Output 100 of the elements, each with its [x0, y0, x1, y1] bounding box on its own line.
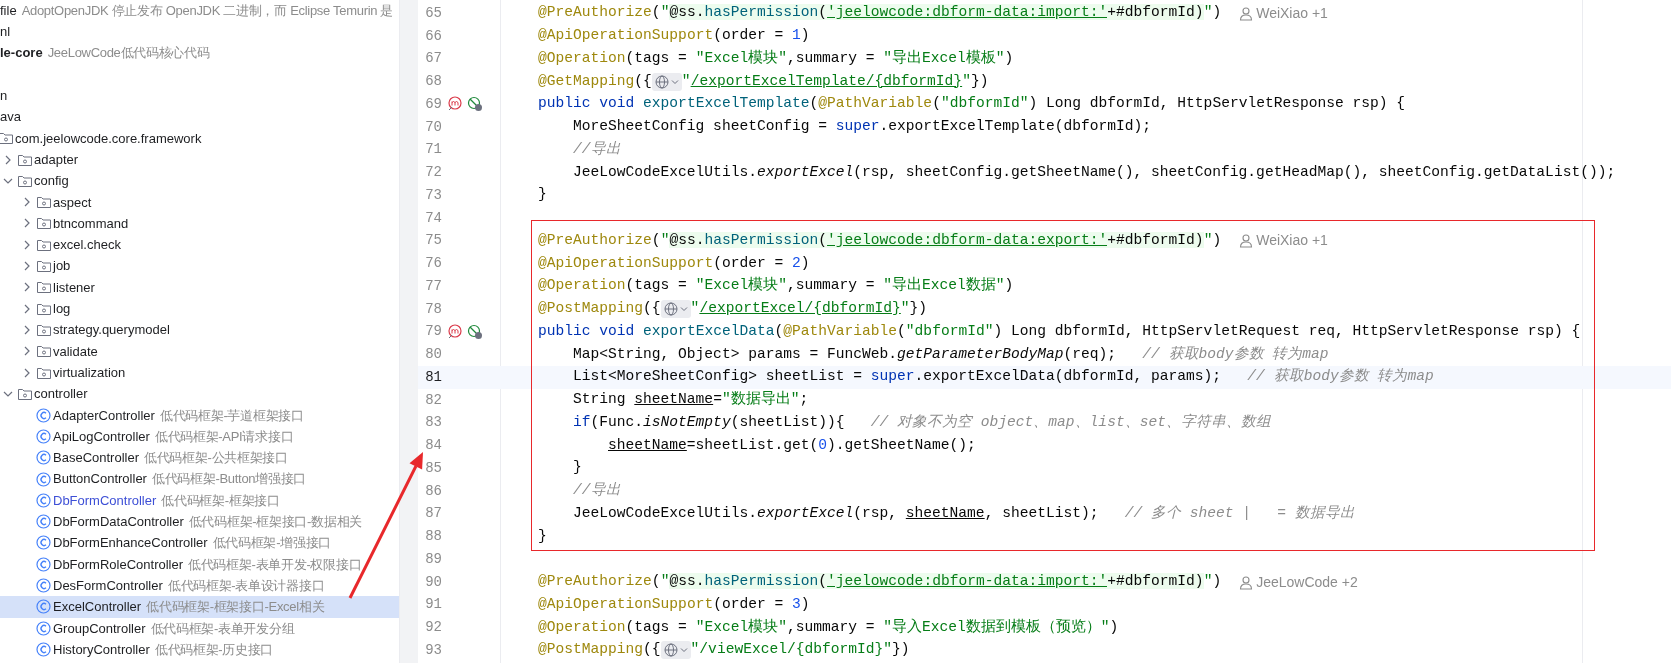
tree-item-name: n [0, 87, 8, 106]
line-number: 70 [424, 117, 442, 137]
code-text: MoreSheetConfig sheetConfig = super.exportExcelTemplate(dbformId); [573, 117, 1152, 137]
code-text: sheetName=sheetList.get(0).getSheetName(); [608, 435, 976, 455]
person-icon [1239, 574, 1254, 590]
tree-item-name: DbFormController [53, 491, 157, 510]
tree-item-name: ButtonController [53, 470, 147, 489]
class-icon [36, 578, 51, 593]
folder-icon [36, 259, 52, 274]
tree-item[interactable]: ButtonController 低代码框架-Button增强接口 [0, 468, 399, 490]
tree-item-note: 低代码框架-公共框架接口 [144, 449, 288, 468]
folder-icon [36, 237, 52, 252]
tree-item-note: 低代码框架-框架接口-Excel相关 [146, 598, 325, 617]
tree-item[interactable]: com.jeelowcode.core.framework [0, 127, 399, 150]
code-text: "/exportExcel/{dbformId}"}) [690, 299, 928, 319]
line-number: 75 [424, 231, 442, 251]
tree-item-name: strategy.querymodel [53, 321, 170, 340]
line-number: 90 [424, 572, 442, 592]
line-number: 74 [424, 208, 442, 228]
tree-item[interactable]: AdapterController 低代码框架-芋道框架接口 [0, 404, 399, 426]
folder-icon [36, 195, 52, 210]
tree-item[interactable]: n [0, 85, 399, 107]
tree-item-name: job [53, 257, 71, 276]
tree-item[interactable]: DbFormRoleController 低代码框架-表单开发-权限接口 [0, 553, 399, 575]
line-number: 68 [424, 72, 442, 92]
tree-item[interactable]: btncommand [0, 212, 399, 235]
line-number: 83 [424, 413, 442, 433]
tree-item[interactable]: le-core JeeLowCode低代码核心代码 [0, 42, 399, 64]
tree-item-note: 低代码框架-框架接口 [161, 491, 280, 510]
author-hint: WeiXiao +1 [1256, 231, 1328, 251]
code-text: @Operation(tags = "Excel模块",summary = "导入Excel数据到模板（预览）") [538, 617, 1119, 637]
tree-item[interactable]: DbFormController 低代码框架-框架接口 [0, 489, 399, 512]
class-icon [36, 535, 51, 551]
person-icon [1239, 233, 1254, 249]
code-text: } [573, 458, 582, 478]
tree-item[interactable]: listener [0, 276, 399, 299]
tree-item-note: 低代码框架-芋道框架接口 [159, 406, 304, 425]
tree-item[interactable]: validate [0, 340, 399, 363]
tree-item[interactable]: aspect [0, 191, 399, 213]
class-icon [36, 514, 51, 530]
tree-item-note: 低代码框架-表单开发-权限接口 [188, 555, 362, 574]
tree-item[interactable]: nl [0, 21, 399, 43]
code-text: Map<String, Object> params = FuncWeb.getParameterBodyMap(req); // 获取body参数 转为map [573, 344, 1329, 364]
line-number: 91 [424, 595, 442, 615]
line-number: 89 [424, 549, 442, 569]
tree-item[interactable]: DesFormController 低代码框架-表单设计器接口 [0, 575, 399, 597]
tree-item[interactable]: ava [0, 106, 399, 128]
tree-item-name: HistoryController [53, 640, 150, 659]
tree-item[interactable]: file AdoptOpenJDK 停止发布 OpenJDK 二进制，而 Eclipse Temurin 是 [0, 0, 399, 22]
tree-item-name: controller [34, 385, 88, 404]
code-text: JeeLowCodeExcelUtils.exportExcel(rsp, sheetConfig.getSheetName(), sheetConfig.getHeadMap(), sheetConfig.getDataList()); [573, 162, 1616, 182]
tree-item-name: DbFormDataController [53, 513, 184, 531]
class-icon [36, 407, 51, 423]
code-text: @ApiOperationSupport(order = 1) [538, 26, 810, 46]
tree-item-name: DbFormRoleController [53, 555, 184, 574]
line-number: 80 [424, 345, 442, 365]
folder-icon [36, 301, 52, 316]
tree-item[interactable]: controller [0, 383, 399, 405]
folder-icon [36, 216, 52, 231]
tree-item-note: 低代码框架-增强接口 [212, 534, 331, 553]
line-number: 88 [424, 527, 442, 547]
method-marker-icon [447, 96, 463, 113]
code-text: JeeLowCodeExcelUtils.exportExcel(rsp, sheetName, sheetList); // 多个 sheet | = 数据导出 [573, 503, 1355, 523]
line-number: 72 [424, 163, 442, 183]
tree-item[interactable]: config [0, 170, 399, 192]
tree-item[interactable]: strategy.querymodel [0, 319, 399, 341]
tree-item-note: 低代码框架-API请求接口 [154, 427, 294, 446]
line-number: 67 [424, 49, 442, 69]
code-text: List<MoreSheetConfig> sheetList = super.exportExcelData(dbformId, params); // 获取body参数 转为map [573, 367, 1434, 387]
code-text: @GetMapping({ [538, 71, 652, 91]
tree-item-name: file [0, 1, 17, 20]
tree-item[interactable]: excel.check [0, 234, 399, 256]
code-text: @PreAuthorize("@ss.hasPermission('jeelowcode:dbform-data:import:'+#dbformId)") [538, 3, 1222, 23]
tree-item[interactable]: virtualization [0, 362, 399, 384]
code-text: public void exportExcelTemplate(@PathVariable("dbformId") Long dbformId, HttpServletResponse rsp) { [538, 94, 1406, 114]
tree-item[interactable]: job [0, 255, 399, 277]
tree-item-name: GroupController [53, 619, 146, 638]
tree-item[interactable]: GroupController 低代码框架-表单开发分组 [0, 617, 399, 639]
tree-item-note: AdoptOpenJDK 停止发布 OpenJDK 二进制，而 Eclipse Temurin 是 [21, 1, 394, 20]
tree-item[interactable]: DbFormEnhanceController 低代码框架-增强接口 [0, 532, 399, 554]
tree-item[interactable]: ExcelController 低代码框架-框架接口-Excel相关 [0, 596, 399, 618]
line-number: 65 [424, 3, 442, 23]
tree-item[interactable]: ApiLogController 低代码框架-API请求接口 [0, 425, 399, 448]
tree-item-name: BaseController [53, 449, 139, 468]
tree-item[interactable]: BaseController 低代码框架-公共框架接口 [0, 447, 399, 469]
code-text: @PostMapping({ [538, 299, 661, 319]
tree-item-name: le-core [0, 44, 43, 63]
code-text: String sheetName="数据导出"; [573, 389, 809, 410]
tree-item-note: 低代码框架-表单设计器接口 [167, 576, 325, 595]
tree-item[interactable]: log [0, 298, 399, 320]
tree-item-name: nl [0, 23, 11, 42]
line-number: 73 [424, 185, 442, 205]
tree-item-name: virtualization [53, 363, 126, 382]
tree-item[interactable]: DbFormDataController 低代码框架-框架接口-数据相关 [0, 511, 399, 533]
tree-item-name: ExcelController [53, 598, 142, 617]
tree-item-name: validate [53, 342, 98, 361]
code-text: "/exportExcelTemplate/{dbformId}"}) [681, 71, 989, 91]
tree-item[interactable]: adapter [0, 149, 399, 171]
tree-item[interactable]: HistoryController 低代码框架-历史接口 [0, 638, 399, 661]
code-text: @PreAuthorize("@ss.hasPermission('jeelowcode:dbform-data:import:'+#dbformId)") [538, 572, 1222, 592]
